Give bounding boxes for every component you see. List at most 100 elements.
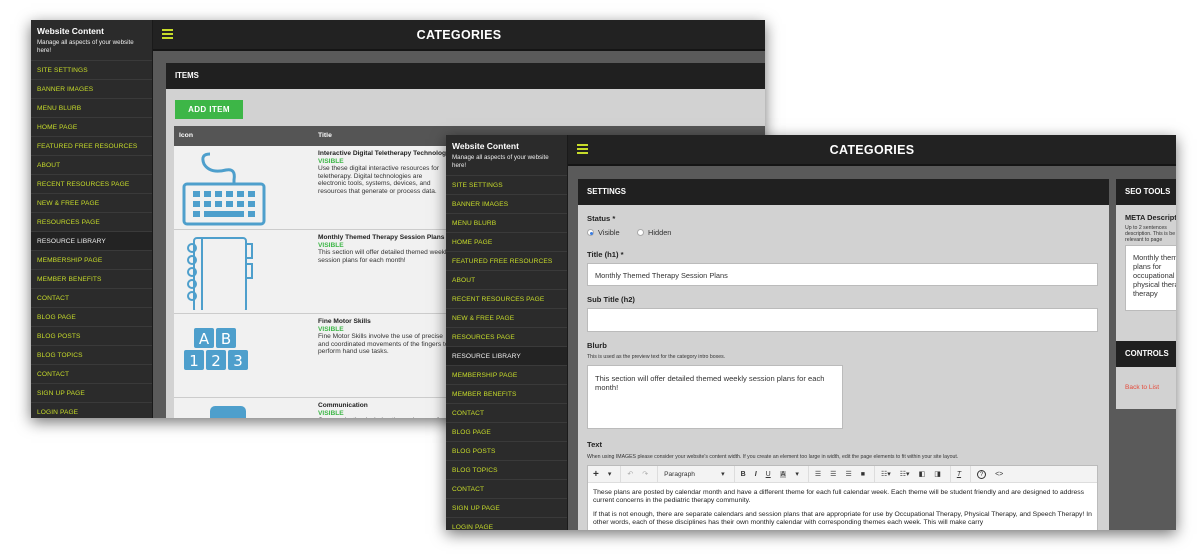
- align-center-icon[interactable]: ☰: [830, 470, 836, 478]
- svg-text:B: B: [221, 330, 231, 348]
- blurb-hint: This is used as the preview text for the…: [587, 354, 726, 360]
- meta-description-textarea[interactable]: Monthly themed plans for occupational ph…: [1125, 245, 1176, 311]
- sidebar-item[interactable]: NEW & FREE PAGE: [446, 309, 567, 328]
- sidebar-item[interactable]: SIGN UP PAGE: [31, 384, 152, 403]
- item-title[interactable]: Communication: [318, 402, 450, 410]
- item-cell: Fine Motor Skills VISIBLE Fine Motor Ski…: [318, 318, 450, 356]
- column-header-title[interactable]: Title: [318, 126, 332, 146]
- sidebar-item[interactable]: BLOG POSTS: [31, 327, 152, 346]
- subtitle-label: Sub Title (h2): [587, 295, 635, 304]
- undo-icon[interactable]: ↶: [627, 470, 633, 478]
- status-radio-hidden[interactable]: Hidden: [637, 228, 671, 237]
- bold-button[interactable]: B: [741, 471, 746, 478]
- sidebar-item[interactable]: FEATURED FREE RESOURCES: [31, 137, 152, 156]
- sidebar-item[interactable]: BANNER IMAGES: [31, 80, 152, 99]
- sidebar-description: Manage all aspects of your website here!: [452, 154, 549, 169]
- sidebar-nav: SITE SETTINGS BANNER IMAGES MENU BLURB HOME…: [446, 176, 567, 530]
- page-title: CATEGORIES: [416, 28, 502, 42]
- item-description: This section will offer detailed themed …: [318, 249, 450, 264]
- page-title: CATEGORIES: [829, 143, 915, 157]
- code-view-icon[interactable]: <>: [995, 471, 1003, 478]
- chevron-down-icon[interactable]: ▾: [795, 470, 799, 478]
- sidebar-item[interactable]: ABOUT: [31, 156, 152, 175]
- help-icon[interactable]: ?: [977, 469, 987, 479]
- underline-button[interactable]: U: [766, 471, 771, 478]
- sidebar-item[interactable]: CONTACT: [31, 289, 152, 308]
- outdent-icon[interactable]: ◧: [919, 470, 926, 478]
- sidebar-item[interactable]: LOGIN PAGE: [31, 403, 152, 418]
- sidebar-item[interactable]: MENU BLURB: [446, 214, 567, 233]
- text-color-button[interactable]: A: [779, 470, 787, 478]
- sidebar-item[interactable]: SIGN UP PAGE: [446, 499, 567, 518]
- indent-icon[interactable]: ◨: [934, 470, 941, 478]
- sidebar-item[interactable]: HOME PAGE: [31, 118, 152, 137]
- sidebar-title: Website Content: [452, 141, 519, 151]
- sidebar-item[interactable]: RESOURCE LIBRARY: [446, 347, 567, 366]
- align-right-icon[interactable]: ☰: [845, 470, 851, 478]
- sidebar-item[interactable]: BANNER IMAGES: [446, 195, 567, 214]
- numbered-list-icon[interactable]: ☷▾: [900, 470, 910, 478]
- svg-text:2: 2: [211, 352, 221, 370]
- seo-tools-panel: SEO TOOLS META Description Up to 2 sente…: [1116, 179, 1176, 342]
- radio-selected-icon[interactable]: [587, 229, 594, 236]
- align-left-icon[interactable]: ☰: [815, 470, 821, 478]
- sidebar-header: Website Content Manage all aspects of yo…: [31, 20, 152, 61]
- add-item-button[interactable]: ADD ITEM: [175, 100, 243, 119]
- status-label: Status *: [587, 214, 616, 223]
- sidebar-item[interactable]: CONTACT: [446, 480, 567, 499]
- chevron-down-icon[interactable]: ▾: [608, 470, 612, 478]
- svg-text:1: 1: [189, 352, 199, 370]
- blurb-textarea[interactable]: This section will offer detailed themed …: [587, 365, 843, 429]
- status-radio-visible[interactable]: Visible: [587, 228, 620, 237]
- sidebar-item[interactable]: MENU BLURB: [31, 99, 152, 118]
- editor-content[interactable]: These plans are posted by calendar month…: [588, 483, 1097, 530]
- text-hint: When using IMAGES please consider your w…: [587, 454, 959, 460]
- sidebar-item[interactable]: RESOURCES PAGE: [446, 328, 567, 347]
- sidebar-header: Website Content Manage all aspects of yo…: [446, 135, 567, 176]
- redo-icon[interactable]: ↷: [642, 470, 648, 478]
- insert-button[interactable]: +: [593, 469, 599, 480]
- sidebar-item[interactable]: MEMBER BENEFITS: [446, 385, 567, 404]
- sidebar-item[interactable]: BLOG TOPICS: [31, 346, 152, 365]
- sidebar-item[interactable]: FEATURED FREE RESOURCES: [446, 252, 567, 271]
- sidebar-item[interactable]: MEMBERSHIP PAGE: [31, 251, 152, 270]
- sidebar-item[interactable]: RESOURCE LIBRARY: [31, 232, 152, 251]
- sidebar-item[interactable]: RECENT RESOURCES PAGE: [31, 175, 152, 194]
- sidebar-item[interactable]: RECENT RESOURCES PAGE: [446, 290, 567, 309]
- sidebar-item[interactable]: ABOUT: [446, 271, 567, 290]
- item-title[interactable]: Monthly Themed Therapy Session Plans: [318, 234, 450, 242]
- rich-text-editor[interactable]: + ▾ ↶ ↷ Paragraph ▾ B I U A ▾ ☰ ☰ ☰ ■ ☷▾ ☷▾…: [587, 465, 1098, 530]
- sidebar-item[interactable]: BLOG PAGE: [31, 308, 152, 327]
- sidebar-item[interactable]: MEMBERSHIP PAGE: [446, 366, 567, 385]
- radio-label: Hidden: [648, 228, 672, 237]
- subtitle-input[interactable]: [587, 308, 1098, 332]
- sidebar-item[interactable]: RESOURCES PAGE: [31, 213, 152, 232]
- svg-text:A: A: [199, 330, 210, 348]
- format-select[interactable]: Paragraph: [664, 471, 712, 478]
- sidebar-item[interactable]: CONTACT: [446, 404, 567, 423]
- item-title[interactable]: Interactive Digital Teletherapy Technolo…: [318, 150, 450, 158]
- italic-button[interactable]: I: [755, 471, 757, 478]
- items-panel-heading: ITEMS: [166, 63, 765, 89]
- bullet-list-icon[interactable]: ☷▾: [881, 470, 891, 478]
- sidebar-description: Manage all aspects of your website here!: [37, 39, 134, 54]
- sidebar-item[interactable]: LOGIN PAGE: [446, 518, 567, 530]
- back-to-list-link[interactable]: Back to List: [1125, 384, 1159, 391]
- sidebar-item[interactable]: HOME PAGE: [446, 233, 567, 252]
- sidebar-item[interactable]: CONTACT: [31, 365, 152, 384]
- item-title[interactable]: Fine Motor Skills: [318, 318, 450, 326]
- sidebar-item[interactable]: SITE SETTINGS: [31, 61, 152, 80]
- align-justify-icon[interactable]: ■: [861, 471, 865, 478]
- sidebar-item[interactable]: BLOG POSTS: [446, 442, 567, 461]
- top-bar: CATEGORIES: [153, 20, 765, 51]
- column-header-icon[interactable]: Icon: [179, 126, 193, 146]
- chevron-down-icon[interactable]: ▾: [721, 470, 725, 478]
- sidebar-item[interactable]: NEW & FREE PAGE: [31, 194, 152, 213]
- clear-format-icon[interactable]: T: [957, 471, 961, 478]
- sidebar-item[interactable]: BLOG TOPICS: [446, 461, 567, 480]
- title-input[interactable]: Monthly Themed Therapy Session Plans: [587, 263, 1098, 286]
- sidebar-item[interactable]: BLOG PAGE: [446, 423, 567, 442]
- radio-unselected-icon[interactable]: [637, 229, 644, 236]
- sidebar-item[interactable]: SITE SETTINGS: [446, 176, 567, 195]
- sidebar-item[interactable]: MEMBER BENEFITS: [31, 270, 152, 289]
